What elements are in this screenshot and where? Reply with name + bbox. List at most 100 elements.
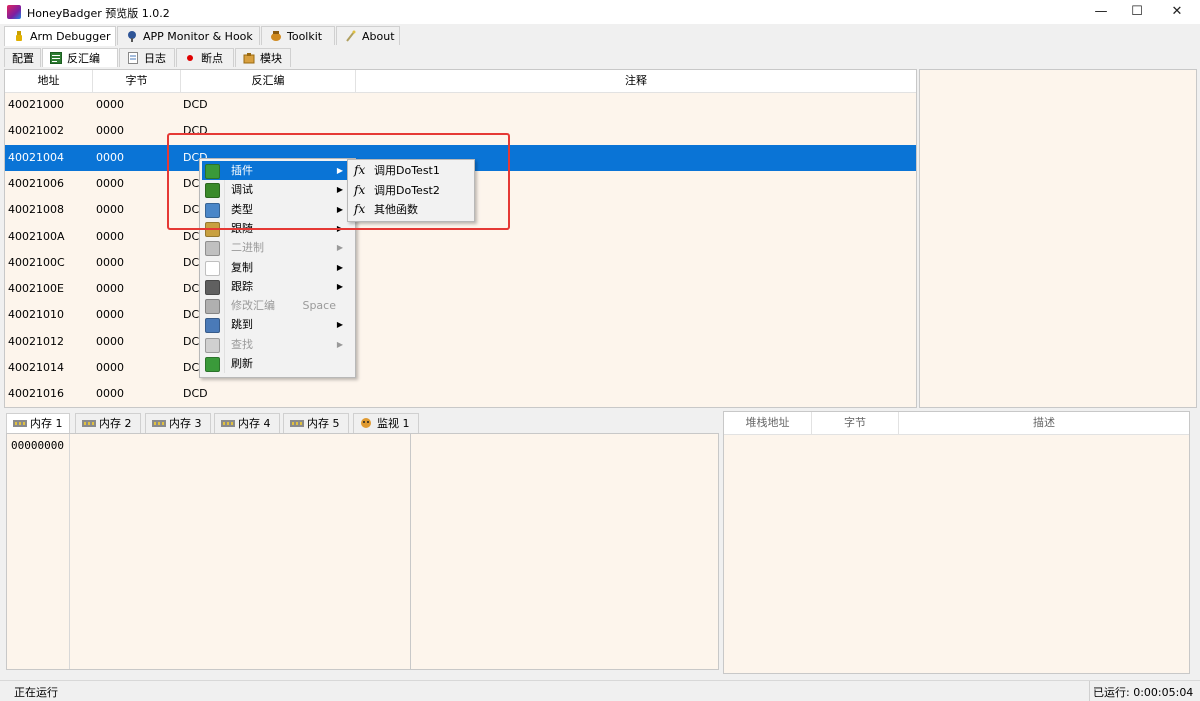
memory-view[interactable]: 00000000 — [6, 433, 719, 670]
row-bytes: 0000 — [96, 203, 124, 217]
tab-breakpoints[interactable]: 断点 — [176, 48, 234, 67]
menu-item-label: 刷新 — [231, 357, 253, 370]
trace-icon — [205, 279, 220, 295]
menu-item-copy[interactable]: 复制 ▶ — [202, 258, 353, 277]
tab-label: Arm Debugger — [30, 30, 111, 43]
tab-memory-3[interactable]: 内存 3 — [145, 413, 211, 433]
col-header-stack-bytes[interactable]: 字节 — [812, 412, 899, 434]
table-row[interactable]: 4002100C 0000 DCD — [5, 250, 916, 276]
tab-label: 断点 — [201, 52, 223, 65]
tab-label: 内存 2 — [99, 417, 132, 430]
tab-label: 内存 4 — [238, 417, 271, 430]
row-addr: 40021004 — [8, 150, 64, 164]
tab-about[interactable]: About — [336, 26, 400, 45]
tab-app-monitor-hook[interactable]: APP Monitor & Hook — [117, 26, 260, 45]
col-header-stack-address[interactable]: 堆栈地址 — [724, 412, 812, 434]
tab-modules[interactable]: 模块 — [235, 48, 291, 67]
menu-item-label: 复制 — [231, 260, 253, 274]
title-bar: HoneyBadger 预览版 1.0.2 — ☐ ✕ — [0, 0, 1200, 24]
binary-icon — [205, 241, 220, 257]
col-header-stack-desc[interactable]: 描述 — [899, 412, 1189, 434]
table-row[interactable]: 4002100E 0000 DCD — [5, 276, 916, 302]
menu-item-binary[interactable]: 二进制 ▶ — [202, 238, 353, 257]
col-header-disasm[interactable]: 反汇编 — [181, 70, 356, 92]
tab-disasm[interactable]: 反汇编 — [42, 48, 118, 67]
tab-config[interactable]: 配置 — [4, 48, 41, 67]
menu-shortcut: Space — [302, 299, 336, 313]
register-panel[interactable] — [919, 69, 1197, 408]
tab-memory-1[interactable]: 内存 1 — [6, 413, 70, 433]
tab-toolkit[interactable]: Toolkit — [261, 26, 335, 45]
menu-item-edit-asm[interactable]: 修改汇编 Space — [202, 296, 353, 315]
tab-memory-2[interactable]: 内存 2 — [75, 413, 141, 433]
row-bytes: 0000 — [96, 387, 124, 401]
col-header-address[interactable]: 地址 — [5, 70, 93, 92]
menu-item-search[interactable]: 查找 ▶ — [202, 335, 353, 354]
tab-label: APP Monitor & Hook — [143, 30, 253, 43]
row-bytes: 0000 — [96, 229, 124, 243]
honeypot-icon — [270, 29, 282, 41]
tab-memory-5[interactable]: 内存 5 — [283, 413, 349, 433]
row-bytes: 0000 — [96, 255, 124, 269]
row-addr: 40021006 — [8, 176, 64, 190]
col-header-bytes[interactable]: 字节 — [93, 70, 181, 92]
refresh-icon — [205, 357, 220, 372]
menu-item-goto[interactable]: 跳到 ▶ — [202, 315, 353, 334]
memory-icon — [13, 416, 27, 428]
tab-arm-debugger[interactable]: Arm Debugger — [4, 26, 116, 46]
table-row[interactable]: 40021012 0000 DCD — [5, 329, 916, 355]
row-addr: 4002100A — [8, 229, 65, 243]
tab-watch-1[interactable]: 监视 1 — [353, 413, 419, 433]
table-row[interactable]: 40021000 0000 DCD — [5, 92, 916, 118]
memory-icon — [152, 416, 166, 428]
row-asm: DCD — [183, 98, 208, 111]
row-bytes: 0000 — [96, 334, 124, 348]
disasm-icon — [50, 51, 62, 64]
menu-item-label: 修改汇编 — [231, 299, 275, 313]
status-divider — [1089, 681, 1090, 701]
memory-icon — [290, 416, 304, 428]
row-addr: 40021000 — [8, 98, 64, 111]
lamp-icon — [13, 29, 25, 41]
menu-item-refresh[interactable]: 刷新 — [202, 354, 353, 373]
row-addr: 4002100C — [8, 255, 65, 269]
close-button[interactable]: ✕ — [1154, 0, 1200, 24]
tab-log[interactable]: 日志 — [119, 48, 175, 67]
status-running: 正在运行 — [14, 686, 58, 699]
module-icon — [243, 51, 255, 64]
memory-address: 00000000 — [11, 439, 64, 452]
table-row[interactable]: 40021010 0000 DCD — [5, 302, 916, 328]
menu-item-label: 跟踪 — [231, 279, 253, 293]
row-bytes: 0000 — [96, 308, 124, 322]
menu-item-trace[interactable]: 跟踪 ▶ — [202, 277, 353, 296]
row-bytes: 0000 — [96, 98, 124, 111]
log-icon — [127, 51, 139, 64]
watch-icon — [360, 416, 372, 428]
tab-label: 日志 — [144, 52, 166, 65]
tab-label: 配置 — [12, 52, 34, 65]
stack-view[interactable]: 堆栈地址 字节 描述 — [723, 411, 1190, 674]
status-bar: 正在运行 已运行: 0:00:05:04 — [0, 680, 1200, 701]
menu-item-label: 跳到 — [231, 318, 253, 332]
disasm-header: 地址 字节 反汇编 注释 — [5, 70, 916, 93]
tab-label: 内存 3 — [169, 417, 202, 430]
goto-icon — [205, 318, 220, 334]
submenu-arrow-icon: ▶ — [336, 281, 343, 291]
annotation-highlight-box — [167, 133, 510, 230]
window-title: HoneyBadger 预览版 1.0.2 — [27, 7, 170, 20]
row-bytes: 0000 — [96, 124, 124, 138]
memory-icon — [221, 416, 235, 428]
disasm-table[interactable]: 地址 字节 反汇编 注释 40021000 0000 DCD 40021002 0000… — [4, 69, 917, 408]
table-row[interactable]: 40021014 0000 DCD — [5, 355, 916, 381]
menu-item-label: 二进制 — [231, 241, 264, 255]
tab-label: 内存 1 — [30, 417, 63, 430]
tab-memory-4[interactable]: 内存 4 — [214, 413, 280, 433]
row-bytes: 0000 — [96, 282, 124, 296]
memory-divider — [410, 434, 411, 669]
edit-asm-icon — [205, 299, 220, 315]
search-icon — [205, 337, 220, 353]
row-addr: 4002100E — [8, 282, 64, 296]
tab-label: 监视 1 — [377, 417, 410, 430]
table-row[interactable]: 40021016 0000 DCD — [5, 381, 916, 407]
col-header-comment[interactable]: 注释 — [356, 70, 916, 92]
